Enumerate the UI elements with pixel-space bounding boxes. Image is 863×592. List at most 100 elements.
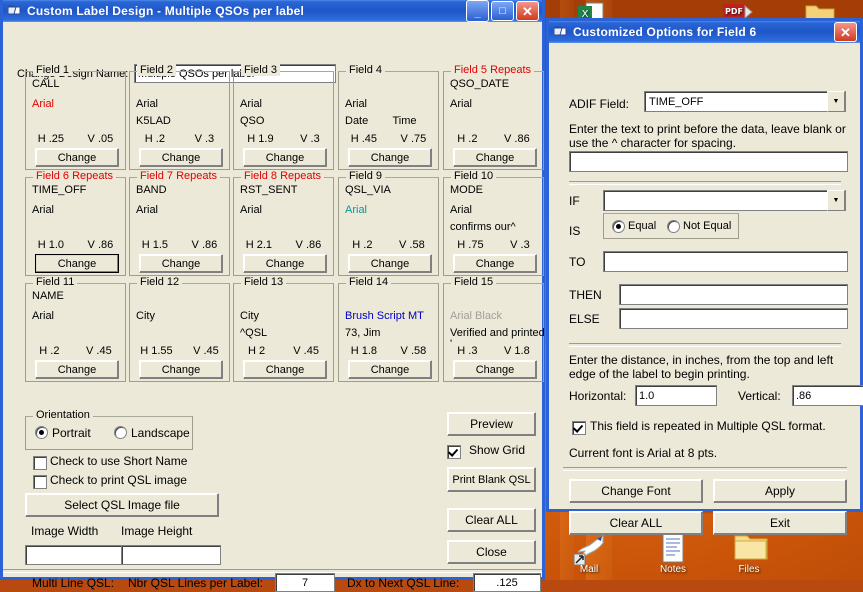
field-legend: Field 1	[33, 64, 73, 76]
preview-button[interactable]: Preview	[447, 412, 536, 436]
field-vertical-value: V .3	[300, 133, 320, 145]
landscape-radio[interactable]	[114, 426, 127, 439]
field-legend: Field 15	[451, 276, 497, 288]
portrait-radio[interactable]	[35, 426, 48, 439]
maximize-button[interactable]: □	[491, 1, 514, 21]
else-input[interactable]	[619, 308, 848, 329]
field-position-row: H 1.5 V .86	[130, 239, 229, 251]
dx-next-line-input[interactable]: .125	[473, 573, 541, 592]
dialog-close-button[interactable]: ✕	[834, 22, 857, 42]
field-group-5: Field 5 Repeats QSO_DATE Arial H .2 V .86 Cha…	[443, 64, 544, 170]
field-change-button-5[interactable]: Change	[453, 148, 537, 167]
field-vertical-value: V 1.8	[504, 345, 530, 357]
field-legend: Field 10	[451, 170, 497, 182]
bottom-separator	[3, 569, 542, 573]
vertical-input[interactable]: .86	[792, 385, 863, 406]
short-name-checkbox[interactable]	[33, 456, 47, 470]
then-input[interactable]	[619, 284, 848, 305]
field-font-name: City	[240, 310, 259, 322]
current-font-text: Current font is Arial at 8 pts.	[569, 446, 718, 460]
field-horizontal-value: H .2	[457, 133, 478, 145]
field-position-row: H .25 V .05	[26, 133, 125, 145]
field-change-button-9[interactable]: Change	[348, 254, 432, 273]
field-horizontal-value: H .2	[39, 345, 60, 357]
field-adif-name: CALL	[32, 78, 60, 90]
field-position-row: H 2 V .45	[234, 345, 333, 357]
close-main-button[interactable]: Close	[447, 540, 536, 564]
print-blank-qsl-button[interactable]: Print Blank QSL	[447, 467, 536, 492]
then-label: THEN	[569, 288, 602, 302]
field-change-button-12[interactable]: Change	[139, 360, 223, 379]
field-change-button-7[interactable]: Change	[139, 254, 223, 273]
show-grid-checkbox[interactable]	[447, 445, 461, 459]
field-change-button-2[interactable]: Change	[139, 148, 223, 167]
field-position-row: H .3 V 1.8	[444, 345, 543, 357]
adif-field-combo[interactable]: TIME_OFF ▼	[644, 91, 846, 112]
field-group-6: Field 6 Repeats TIME_OFF Arial H 1.0 V .86 Ch…	[25, 170, 126, 276]
field-change-button-14[interactable]: Change	[348, 360, 432, 379]
field-font-name: City	[136, 310, 155, 322]
field-group-13: Field 13 City ^QSL H 2 V .45 Change	[233, 276, 334, 382]
clear-all-button[interactable]: Clear ALL	[447, 508, 536, 532]
field-legend: Field 11	[33, 276, 78, 288]
field-change-button-6[interactable]: Change	[35, 254, 119, 273]
select-qsl-image-button[interactable]: Select QSL Image file	[25, 493, 219, 517]
chevron-down-icon[interactable]: ▼	[827, 190, 845, 211]
field-change-button-8[interactable]: Change	[243, 254, 327, 273]
chevron-down-icon[interactable]: ▼	[827, 91, 845, 112]
minimize-button[interactable]: _	[466, 0, 489, 22]
image-height-input[interactable]	[121, 545, 221, 565]
not-equal-radio[interactable]	[667, 220, 680, 233]
field-legend: Field 5 Repeats	[451, 64, 535, 76]
field-adif-name: QSL_VIA	[345, 184, 391, 196]
field-prefix-text: 73, Jim	[345, 327, 381, 339]
prefix-input[interactable]	[569, 151, 848, 172]
horizontal-input[interactable]: 1.0	[635, 385, 717, 406]
exit-button[interactable]: Exit	[713, 511, 847, 535]
else-label: ELSE	[569, 312, 600, 326]
if-label: IF	[569, 194, 580, 208]
image-width-label: Image Width	[31, 524, 99, 538]
desktop-icon-pegasus-mail[interactable]: Mail	[552, 532, 626, 575]
landscape-label: Landscape	[131, 426, 190, 440]
desktop-icon-yellow-folder[interactable]: Files	[712, 532, 786, 575]
field-horizontal-value: H .2	[144, 133, 165, 145]
field-legend: Field 2	[137, 64, 177, 76]
field-prefix-text: confirms our^	[450, 221, 516, 233]
dialog-titlebar[interactable]: Customized Options for Field 6 ✕	[549, 21, 860, 43]
main-titlebar[interactable]: Custom Label Design - Multiple QSOs per …	[3, 0, 542, 22]
change-font-button[interactable]: Change Font	[569, 479, 703, 503]
orientation-legend: Orientation	[33, 409, 93, 421]
field-change-button-15[interactable]: Change	[453, 360, 537, 379]
to-input[interactable]	[603, 251, 848, 272]
equal-radio[interactable]	[612, 220, 625, 233]
field-change-button-4[interactable]: Change	[348, 148, 432, 167]
image-width-input[interactable]	[25, 545, 125, 565]
if-combo[interactable]: ▼	[603, 190, 846, 211]
field-horizontal-value: H 1.5	[141, 239, 169, 251]
desktop-icon-notepad[interactable]: Notes	[636, 532, 710, 575]
field-change-button-13[interactable]: Change	[243, 360, 327, 379]
field-horizontal-value: H 1.0	[37, 239, 65, 251]
field-change-button-10[interactable]: Change	[453, 254, 537, 273]
field-change-button-11[interactable]: Change	[35, 360, 119, 379]
repeat-field-checkbox[interactable]	[572, 421, 586, 435]
field-horizontal-value: H .75	[457, 239, 484, 251]
desktop-icon-label: Files	[738, 564, 760, 575]
apply-button[interactable]: Apply	[713, 479, 847, 503]
field-horizontal-value: H 2	[248, 345, 266, 357]
field-group-8: Field 8 Repeats RST_SENT Arial H 2.1 V .86 Ch…	[233, 170, 334, 276]
field-vertical-value: V .58	[399, 239, 425, 251]
qsl-image-checkbox[interactable]	[33, 475, 47, 489]
field-vertical-value: V .58	[400, 345, 427, 357]
field-vertical-value: V .86	[191, 239, 218, 251]
show-grid-label: Show Grid	[469, 443, 526, 457]
nbr-lines-input[interactable]: 7	[275, 573, 335, 592]
field-change-button-1[interactable]: Change	[35, 148, 119, 167]
close-button[interactable]: ✕	[516, 1, 539, 21]
field-legend: Field 3	[241, 64, 281, 76]
field-change-button-3[interactable]: Change	[243, 148, 327, 167]
multi-line-qsl-label: Multi Line QSL:	[32, 576, 115, 590]
dialog-clear-all-button[interactable]: Clear ALL	[569, 511, 703, 535]
field-group-3: Field 3 Arial QSO H 1.9 V .3 Change	[233, 64, 334, 170]
